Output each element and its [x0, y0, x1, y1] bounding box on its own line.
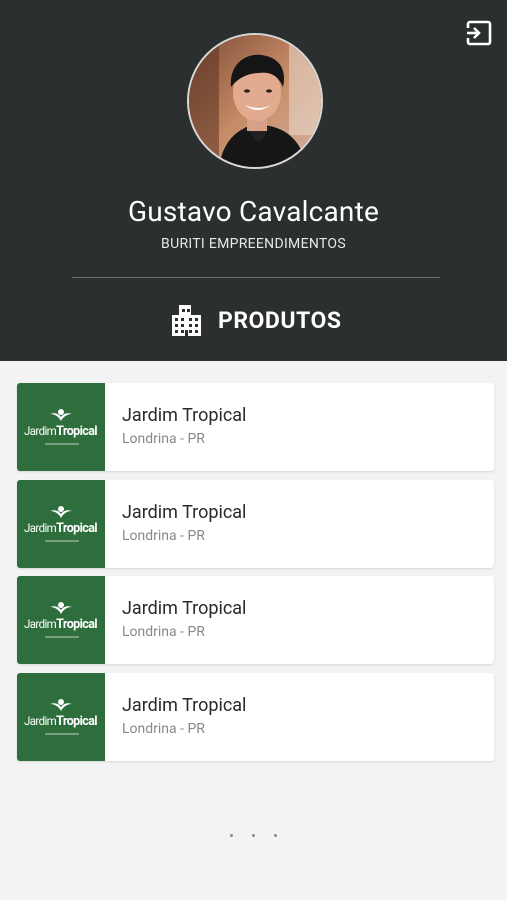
loading-indicator	[0, 834, 507, 837]
product-location: Londrina - PR	[122, 431, 205, 447]
profile-header: Gustavo Cavalcante BURITI EMPREENDIMENTO…	[0, 0, 507, 361]
logo-subline	[45, 539, 79, 542]
palm-logo-icon	[50, 698, 72, 711]
palm-logo-icon	[50, 602, 72, 614]
product-card[interactable]: JardimTropical Jardim Tropical Londrina …	[17, 576, 494, 664]
loading-dot	[252, 834, 255, 837]
building-icon	[172, 305, 201, 336]
product-title: Jardim Tropical	[122, 598, 247, 619]
product-info: Jardim Tropical Londrina - PR	[105, 673, 246, 761]
product-logo-text: JardimTropical	[24, 713, 98, 729]
logo-subline	[45, 732, 79, 735]
section-header: PRODUTOS	[170, 300, 341, 340]
logout-button[interactable]	[465, 19, 493, 47]
product-logo-text: JardimTropical	[24, 520, 98, 536]
product-logo-text: JardimTropical	[24, 617, 98, 632]
user-name: Gustavo Cavalcante	[127, 195, 380, 228]
product-location: Londrina - PR	[122, 624, 205, 640]
section-title: PRODUTOS	[218, 306, 342, 334]
loading-dot	[274, 834, 277, 837]
logout-icon	[466, 20, 492, 46]
palm-logo-icon	[50, 505, 72, 518]
logo-subline	[45, 636, 79, 638]
product-thumbnail: JardimTropical	[17, 479, 105, 568]
product-title: Jardim Tropical	[122, 501, 247, 523]
product-title: Jardim Tropical	[122, 694, 247, 716]
logo-subline	[45, 443, 79, 445]
avatar[interactable]	[187, 33, 323, 169]
product-info: Jardim Tropical Londrina - PR	[105, 480, 246, 568]
product-location: Londrina - PR	[122, 527, 205, 544]
product-logo-text: JardimTropical	[24, 424, 98, 439]
user-photo	[189, 35, 321, 167]
product-list: JardimTropical Jardim Tropical Londrina …	[17, 383, 494, 769]
company-name: BURITI EMPREENDIMENTOS	[161, 236, 346, 252]
palm-logo-icon	[50, 409, 72, 421]
product-location: Londrina - PR	[122, 720, 205, 737]
product-thumbnail: JardimTropical	[17, 576, 105, 664]
product-info: Jardim Tropical Londrina - PR	[105, 576, 246, 664]
product-card[interactable]: JardimTropical Jardim Tropical Londrina …	[17, 672, 494, 761]
product-card[interactable]: JardimTropical Jardim Tropical Londrina …	[17, 479, 494, 568]
product-card[interactable]: JardimTropical Jardim Tropical Londrina …	[17, 383, 494, 471]
product-thumbnail: JardimTropical	[17, 672, 105, 761]
divider	[72, 277, 440, 278]
product-title: Jardim Tropical	[122, 405, 247, 426]
product-info: Jardim Tropical Londrina - PR	[105, 383, 246, 471]
product-thumbnail: JardimTropical	[17, 383, 105, 471]
loading-dot	[230, 834, 233, 837]
